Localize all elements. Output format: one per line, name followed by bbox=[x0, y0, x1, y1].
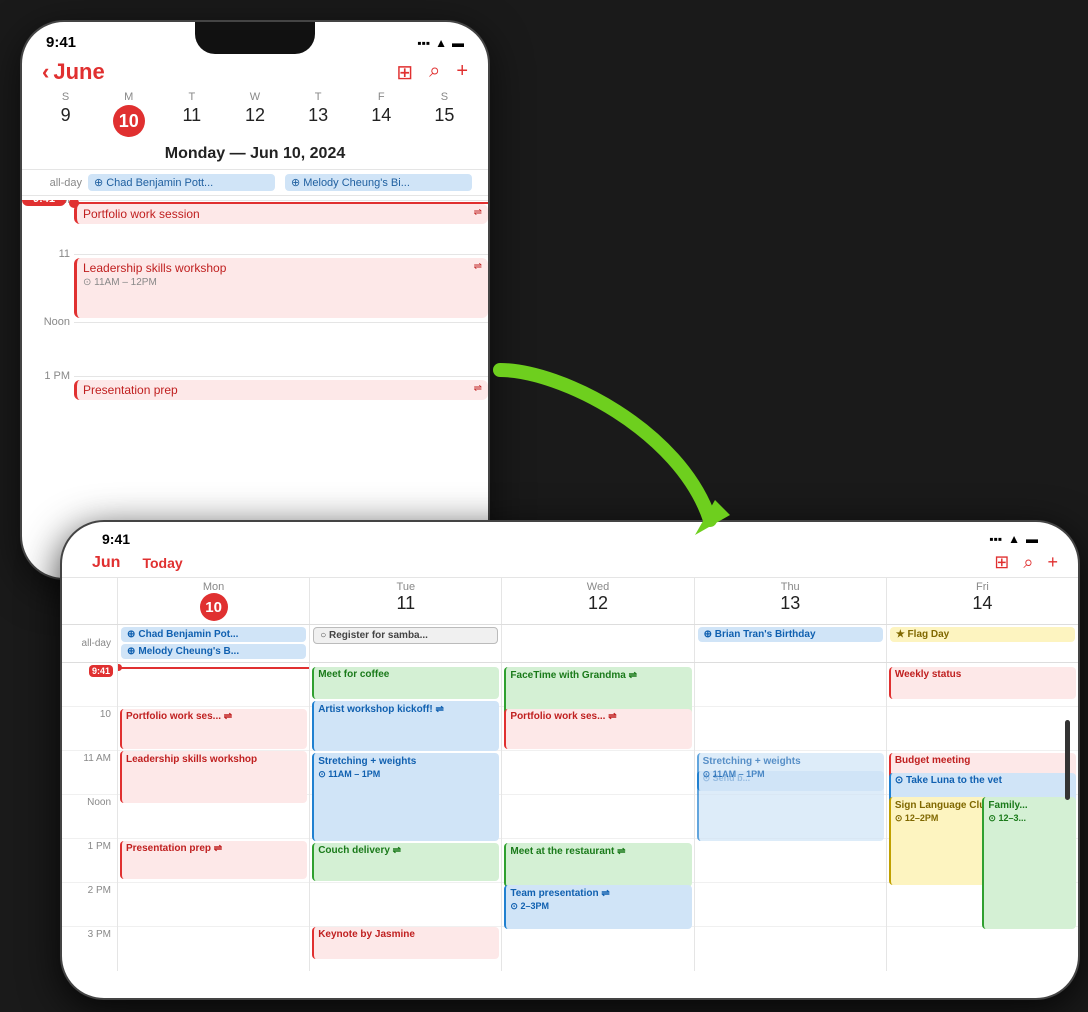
week-strip: S 9 M 10 T 11 W 12 T 13 F 14 bbox=[22, 91, 488, 137]
ls-col-header-wed[interactable]: Wed 12 bbox=[502, 578, 694, 624]
ls-allday-tue: ○ Register for samba... bbox=[310, 625, 502, 662]
all-day-row: all-day ⊕ Chad Benjamin Pott... ⊕ Melody… bbox=[22, 170, 488, 196]
ls-col-fri: Weekly status Budget meeting ⊙ Take Luna… bbox=[887, 663, 1078, 971]
month-back-button[interactable]: ‹ June bbox=[42, 59, 105, 85]
tue-stretching[interactable]: Stretching + weights⊙ 11AM – 1PM bbox=[312, 753, 499, 841]
ls-add-icon[interactable]: + bbox=[1047, 552, 1058, 573]
tue-artist[interactable]: Artist workshop kickoff! ⇌ bbox=[312, 701, 499, 751]
ls-status-time: 9:41 bbox=[102, 531, 130, 547]
wed-team-presentation[interactable]: Team presentation ⇌⊙ 2–3PM bbox=[504, 885, 691, 929]
back-arrow-icon: ‹ bbox=[42, 59, 49, 85]
tue-couch[interactable]: Couch delivery ⇌ bbox=[312, 843, 499, 881]
day-title: Monday — Jun 10, 2024 bbox=[22, 137, 488, 170]
ls-col-header-fri[interactable]: Fri 14 bbox=[887, 578, 1078, 624]
allday-event-melody[interactable]: ⊕ Melody Cheung's B... bbox=[121, 644, 306, 659]
tue-coffee[interactable]: Meet for coffee bbox=[312, 667, 499, 699]
ls-battery-icon: ▬ bbox=[1026, 532, 1038, 546]
all-day-label: all-day bbox=[38, 177, 82, 189]
ls-today-button[interactable]: Today bbox=[132, 555, 192, 571]
thu-stretching[interactable]: Stretching + weights⊙ 11AM – 1PM bbox=[697, 753, 884, 841]
ls-grid-body: 9:41 10 11 AM Noon 1 PM 2 PM 3 PM Portfo… bbox=[62, 663, 1078, 971]
ls-all-day-row: all-day ⊕ Chad Benjamin Pot... ⊕ Melody … bbox=[62, 625, 1078, 663]
ls-allday-fri: ★ Flag Day bbox=[887, 625, 1078, 662]
allday-event-register[interactable]: ○ Register for samba... bbox=[313, 627, 498, 644]
calendar-icon: ⊕ bbox=[94, 176, 103, 189]
home-indicator bbox=[1065, 720, 1070, 800]
ls-week-header: Mon 10 Tue 11 Wed 12 Thu 13 Fri 14 bbox=[62, 578, 1078, 625]
ls-cal-header: Jun Today ⊞ ⌕ + bbox=[62, 550, 1078, 578]
ls-col-header-mon[interactable]: Mon 10 bbox=[118, 578, 310, 624]
allday-event-chad[interactable]: ⊕ Chad Benjamin Pot... bbox=[121, 627, 306, 642]
status-time: 9:41 bbox=[46, 34, 76, 51]
fri-family[interactable]: Family...⊙ 12–3... bbox=[982, 797, 1076, 929]
phone-landscape: 9:41 ▪▪▪ ▲ ▬ Jun Today ⊞ ⌕ + Mon 10 Tue … bbox=[60, 520, 1080, 1000]
ls-grid-icon[interactable]: ⊞ bbox=[994, 552, 1009, 573]
week-day-mon[interactable]: M 10 bbox=[97, 91, 160, 137]
week-day-sat[interactable]: S 15 bbox=[413, 91, 476, 137]
allday-event-brian[interactable]: ⊕ Brian Tran's Birthday bbox=[698, 627, 883, 642]
status-icons: ▪▪▪ ▲ ▬ bbox=[417, 36, 464, 50]
ls-col-wed: FaceTime with Grandma ⇌ Portfolio work s… bbox=[502, 663, 694, 971]
time-row-10: 10 AM 9:41 Portfolio work session ⇌ bbox=[74, 200, 488, 254]
phone-portrait: 9:41 ▪▪▪ ▲ ▬ ‹ June ⊞ ⌕ + S 9 bbox=[20, 20, 490, 580]
ls-wifi-icon: ▲ bbox=[1008, 532, 1020, 546]
ls-time-column: 9:41 10 11 AM Noon 1 PM 2 PM 3 PM bbox=[62, 663, 118, 971]
month-label: June bbox=[53, 59, 104, 85]
allday-event-flagday[interactable]: ★ Flag Day bbox=[890, 627, 1075, 642]
ls-signal-icon: ▪▪▪ bbox=[989, 532, 1002, 546]
ls-search-icon[interactable]: ⌕ bbox=[1023, 552, 1033, 573]
signal-icon: ▪▪▪ bbox=[417, 36, 430, 50]
notch bbox=[195, 22, 315, 54]
ls-col-tue: Meet for coffee Artist workshop kickoff!… bbox=[310, 663, 502, 971]
ls-col-thu: ⊙ Send b... Stretching + weights⊙ 11AM –… bbox=[695, 663, 887, 971]
week-day-sun[interactable]: S 9 bbox=[34, 91, 97, 137]
week-day-tue[interactable]: T 11 bbox=[160, 91, 223, 137]
event-presentation-prep[interactable]: Presentation prep ⇌ bbox=[74, 380, 488, 400]
battery-icon: ▬ bbox=[452, 36, 464, 50]
time-row-1pm: 1 PM Presentation prep ⇌ bbox=[74, 376, 488, 430]
mon-leadership[interactable]: Leadership skills workshop bbox=[120, 751, 307, 803]
event-leadership[interactable]: Leadership skills workshop ⇌ ⊙ 11AM – 12… bbox=[74, 258, 488, 318]
add-event-icon[interactable]: + bbox=[456, 60, 468, 85]
week-day-fri[interactable]: F 14 bbox=[350, 91, 413, 137]
week-day-wed[interactable]: W 12 bbox=[223, 91, 286, 137]
calendar-icon: ⊕ bbox=[291, 176, 300, 189]
mon-presentation-prep[interactable]: Presentation prep ⇌ bbox=[120, 841, 307, 879]
time-row-11: 11 Leadership skills workshop ⇌ ⊙ 11AM –… bbox=[74, 254, 488, 322]
all-day-event-1[interactable]: ⊕ Chad Benjamin Pott... bbox=[88, 174, 275, 191]
grid-view-icon[interactable]: ⊞ bbox=[396, 60, 413, 85]
timeline: 10 AM 9:41 Portfolio work session ⇌ 11 L bbox=[22, 200, 488, 430]
wed-restaurant[interactable]: Meet at the restaurant ⇌ bbox=[504, 843, 691, 887]
wed-portfolio[interactable]: Portfolio work ses... ⇌ bbox=[504, 709, 691, 749]
ls-allday-thu: ⊕ Brian Tran's Birthday bbox=[695, 625, 887, 662]
ls-col-header-tue[interactable]: Tue 11 bbox=[310, 578, 502, 624]
ls-col-header-thu[interactable]: Thu 13 bbox=[695, 578, 887, 624]
arrow bbox=[480, 350, 760, 550]
time-row-noon: Noon bbox=[74, 322, 488, 376]
fri-weekly-status[interactable]: Weekly status bbox=[889, 667, 1076, 699]
calendar-header: ‹ June ⊞ ⌕ + bbox=[22, 55, 488, 91]
search-icon[interactable]: ⌕ bbox=[429, 60, 440, 85]
ls-allday-wed bbox=[502, 625, 694, 662]
ls-col-mon: Portfolio work ses... ⇌ Leadership skill… bbox=[118, 663, 310, 971]
week-day-thu[interactable]: T 13 bbox=[287, 91, 350, 137]
ls-month-label: Jun bbox=[82, 554, 120, 572]
ls-allday-mon: ⊕ Chad Benjamin Pot... ⊕ Melody Cheung's… bbox=[118, 625, 310, 662]
mon-portfolio[interactable]: Portfolio work ses... ⇌ bbox=[120, 709, 307, 749]
event-portfolio[interactable]: Portfolio work session ⇌ bbox=[74, 204, 488, 224]
tue-keynote[interactable]: Keynote by Jasmine bbox=[312, 927, 499, 959]
all-day-event-2[interactable]: ⊕ Melody Cheung's Bi... bbox=[285, 174, 472, 191]
wifi-icon: ▲ bbox=[435, 36, 447, 50]
